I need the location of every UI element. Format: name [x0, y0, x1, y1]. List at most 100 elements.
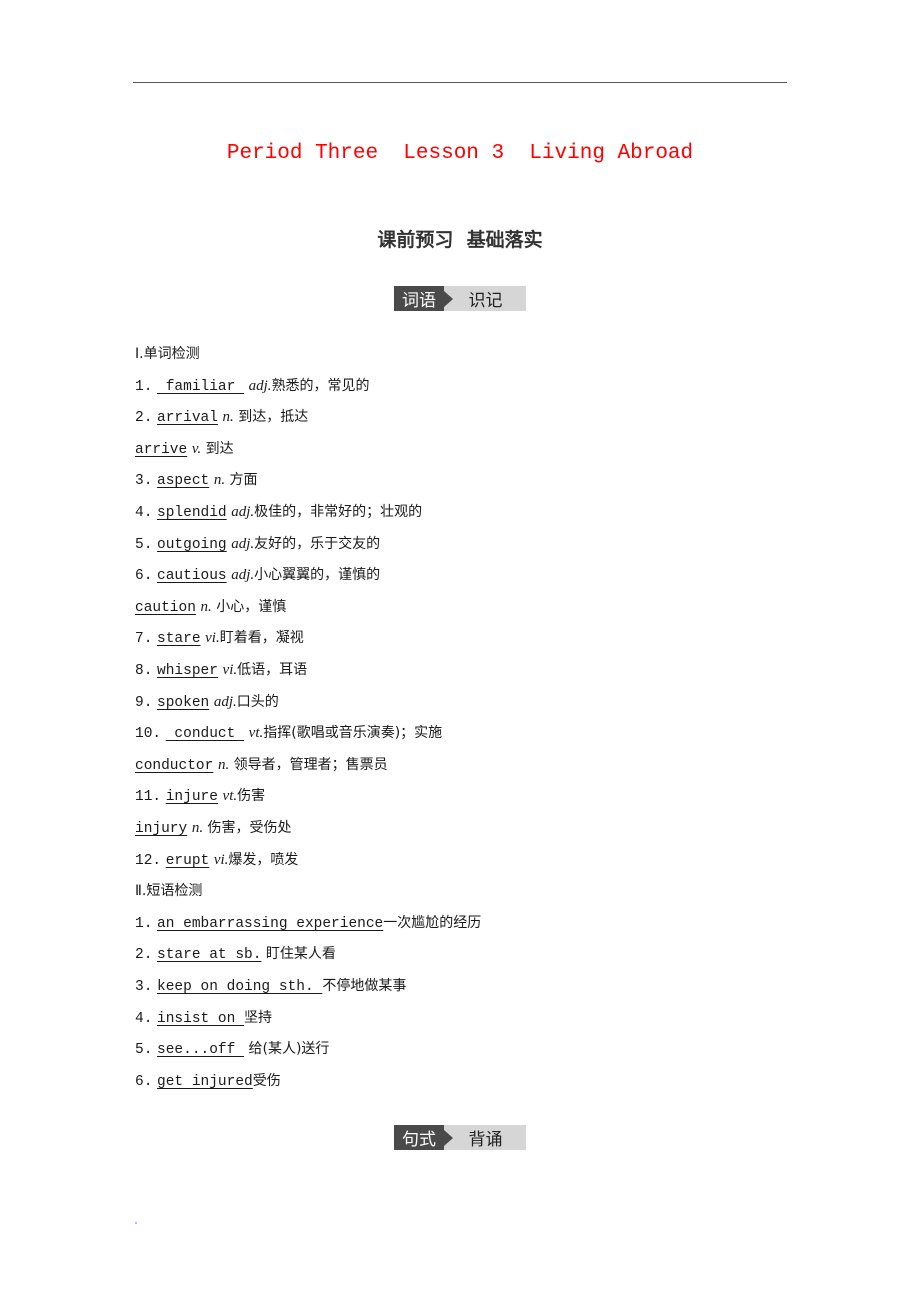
- stray-mark: [135, 1222, 137, 1224]
- item-number: 8.: [135, 663, 153, 679]
- part-of-speech: n.: [191, 820, 204, 836]
- word-meaning: 小心，谨慎: [211, 598, 287, 615]
- word-meaning: 小心翼翼的，谨慎的: [254, 567, 381, 584]
- answer-word: whisper: [157, 663, 218, 679]
- answer-phrase: insist on: [157, 1010, 245, 1027]
- word-meaning: 熟悉的，常见的: [271, 377, 370, 394]
- answer-word: outgoing: [157, 536, 227, 553]
- answer-phrase: keep on doing sth.: [157, 979, 323, 995]
- word-meaning: 口头的: [236, 693, 279, 710]
- answer-word: injure: [165, 789, 218, 806]
- word-item: 9. spoken adj.口头的: [135, 692, 279, 713]
- part-of-speech: n.: [200, 598, 212, 615]
- word-item: arrive v. 到达: [135, 439, 234, 460]
- badge-light-label: 识记: [453, 286, 526, 311]
- part-of-speech: vt.: [248, 725, 264, 742]
- word-item: 6. cautious adj.小心翼翼的，谨慎的: [135, 565, 380, 586]
- item-number: 9.: [135, 694, 153, 711]
- phrase-meaning: 一次尴尬的经历: [383, 914, 482, 931]
- page-title: Period Three Lesson 3 Living Abroad: [226, 142, 694, 165]
- part-of-speech: adj.: [231, 535, 255, 552]
- answer-word: caution: [135, 599, 196, 616]
- item-number: 5.: [135, 536, 153, 553]
- word-meaning: 领导者，管理者；售票员: [229, 756, 388, 773]
- item-number: 6.: [135, 568, 153, 585]
- answer-word: conductor: [135, 757, 214, 774]
- word-item: injury n. 伤害，受伤处: [135, 818, 292, 839]
- word-meaning: 指挥(歌唱或音乐演奏)；实施: [263, 725, 443, 742]
- heading-text: Ⅰ.单词检测: [135, 346, 200, 362]
- word-meaning: 到达，抵达: [233, 409, 309, 426]
- part-of-speech: vi.: [213, 851, 229, 868]
- item-number: 3.: [135, 979, 153, 995]
- word-meaning: 爆发，喷发: [228, 851, 299, 868]
- item-number: 5.: [135, 1042, 153, 1059]
- item-number: 2.: [135, 947, 153, 964]
- answer-word: conduct: [165, 726, 245, 743]
- answer-phrase: an embarrassing experience: [157, 915, 384, 932]
- phrase-meaning: 不停地做某事: [322, 978, 407, 994]
- arrow-icon: [444, 286, 453, 311]
- heading-text: Ⅱ.短语检测: [135, 883, 203, 900]
- part-of-speech: n.: [222, 409, 234, 426]
- word-meaning: 到达: [201, 440, 234, 457]
- item-number: 3.: [135, 473, 153, 490]
- word-item: 1. familiar adj.熟悉的，常见的: [135, 376, 370, 397]
- phrase-item: 3. keep on doing sth. 不停地做某事: [135, 976, 406, 997]
- part-of-speech: vt.: [222, 788, 238, 805]
- phrase-meaning: 坚持: [244, 1009, 273, 1026]
- badge-sentences: 句式 背诵: [394, 1125, 526, 1150]
- word-meaning: 方面: [225, 472, 258, 489]
- phrase-item: 4. insist on 坚持: [135, 1008, 272, 1029]
- part-of-speech: vi.: [205, 630, 220, 647]
- answer-word: arrival: [157, 410, 218, 427]
- badge-vocabulary: 词语 识记: [394, 286, 526, 311]
- part-of-speech: adj.: [213, 693, 237, 710]
- item-number: 4.: [135, 505, 153, 521]
- item-number: 1.: [135, 915, 153, 932]
- word-item: 3. aspect n. 方面: [135, 470, 258, 491]
- item-number: 11.: [135, 789, 162, 806]
- phrase-item: 5. see...off 给(某人)送行: [135, 1039, 329, 1060]
- item-number: 7.: [135, 631, 153, 648]
- phrase-item: 2. stare at sb. 盯住某人看: [135, 944, 336, 965]
- word-item: 5. outgoing adj.友好的，乐于交友的: [135, 534, 380, 555]
- phrase-meaning: 给(某人)送行: [244, 1041, 330, 1058]
- word-meaning: 友好的，乐于交友的: [254, 535, 381, 552]
- part-of-speech: adj.: [248, 377, 272, 394]
- word-item: 11. injure vt.伤害: [135, 786, 265, 807]
- item-number: 6.: [135, 1073, 153, 1090]
- word-item: 4. splendid adj.极佳的，非常好的；壮观的: [135, 502, 422, 523]
- item-number: 2.: [135, 410, 153, 427]
- part-of-speech: n.: [217, 756, 230, 773]
- phrase-item: 1. an embarrassing experience一次尴尬的经历: [135, 913, 481, 934]
- phrase-meaning: 盯住某人看: [261, 946, 336, 963]
- phrase-meaning: 受伤: [252, 1072, 281, 1089]
- answer-word: cautious: [157, 568, 227, 585]
- badge-light-label: 背诵: [453, 1125, 526, 1150]
- word-meaning: 低语，耳语: [237, 662, 308, 678]
- answer-phrase: see...off: [157, 1042, 245, 1059]
- answer-word: stare: [157, 631, 201, 648]
- answer-word: injury: [135, 821, 188, 837]
- part-of-speech: adj.: [231, 504, 255, 520]
- item-number: 4.: [135, 1010, 153, 1027]
- part-of-speech: adj.: [231, 567, 255, 584]
- answer-phrase: get injured: [157, 1073, 253, 1090]
- word-meaning: 伤害，受伤处: [203, 820, 292, 836]
- arrow-icon: [444, 1125, 453, 1150]
- answer-word: familiar: [157, 378, 245, 395]
- item-number: 12.: [135, 852, 162, 869]
- badge-dark-label: 词语: [394, 286, 444, 311]
- answer-word: aspect: [157, 473, 210, 490]
- word-item: 2. arrival n. 到达，抵达: [135, 407, 308, 428]
- part-of-speech: vi.: [222, 662, 238, 678]
- answer-word: erupt: [165, 852, 210, 869]
- word-meaning: 盯着看，凝视: [219, 630, 304, 647]
- section-heading-phrases: Ⅱ.短语检测: [135, 881, 202, 901]
- word-item: 8. whisper vi.低语，耳语: [135, 660, 307, 681]
- word-item: 12. erupt vi.爆发，喷发: [135, 850, 298, 871]
- word-meaning: 极佳的，非常好的；壮观的: [254, 504, 423, 520]
- header-rule: [133, 82, 787, 83]
- answer-phrase: stare at sb.: [157, 947, 262, 964]
